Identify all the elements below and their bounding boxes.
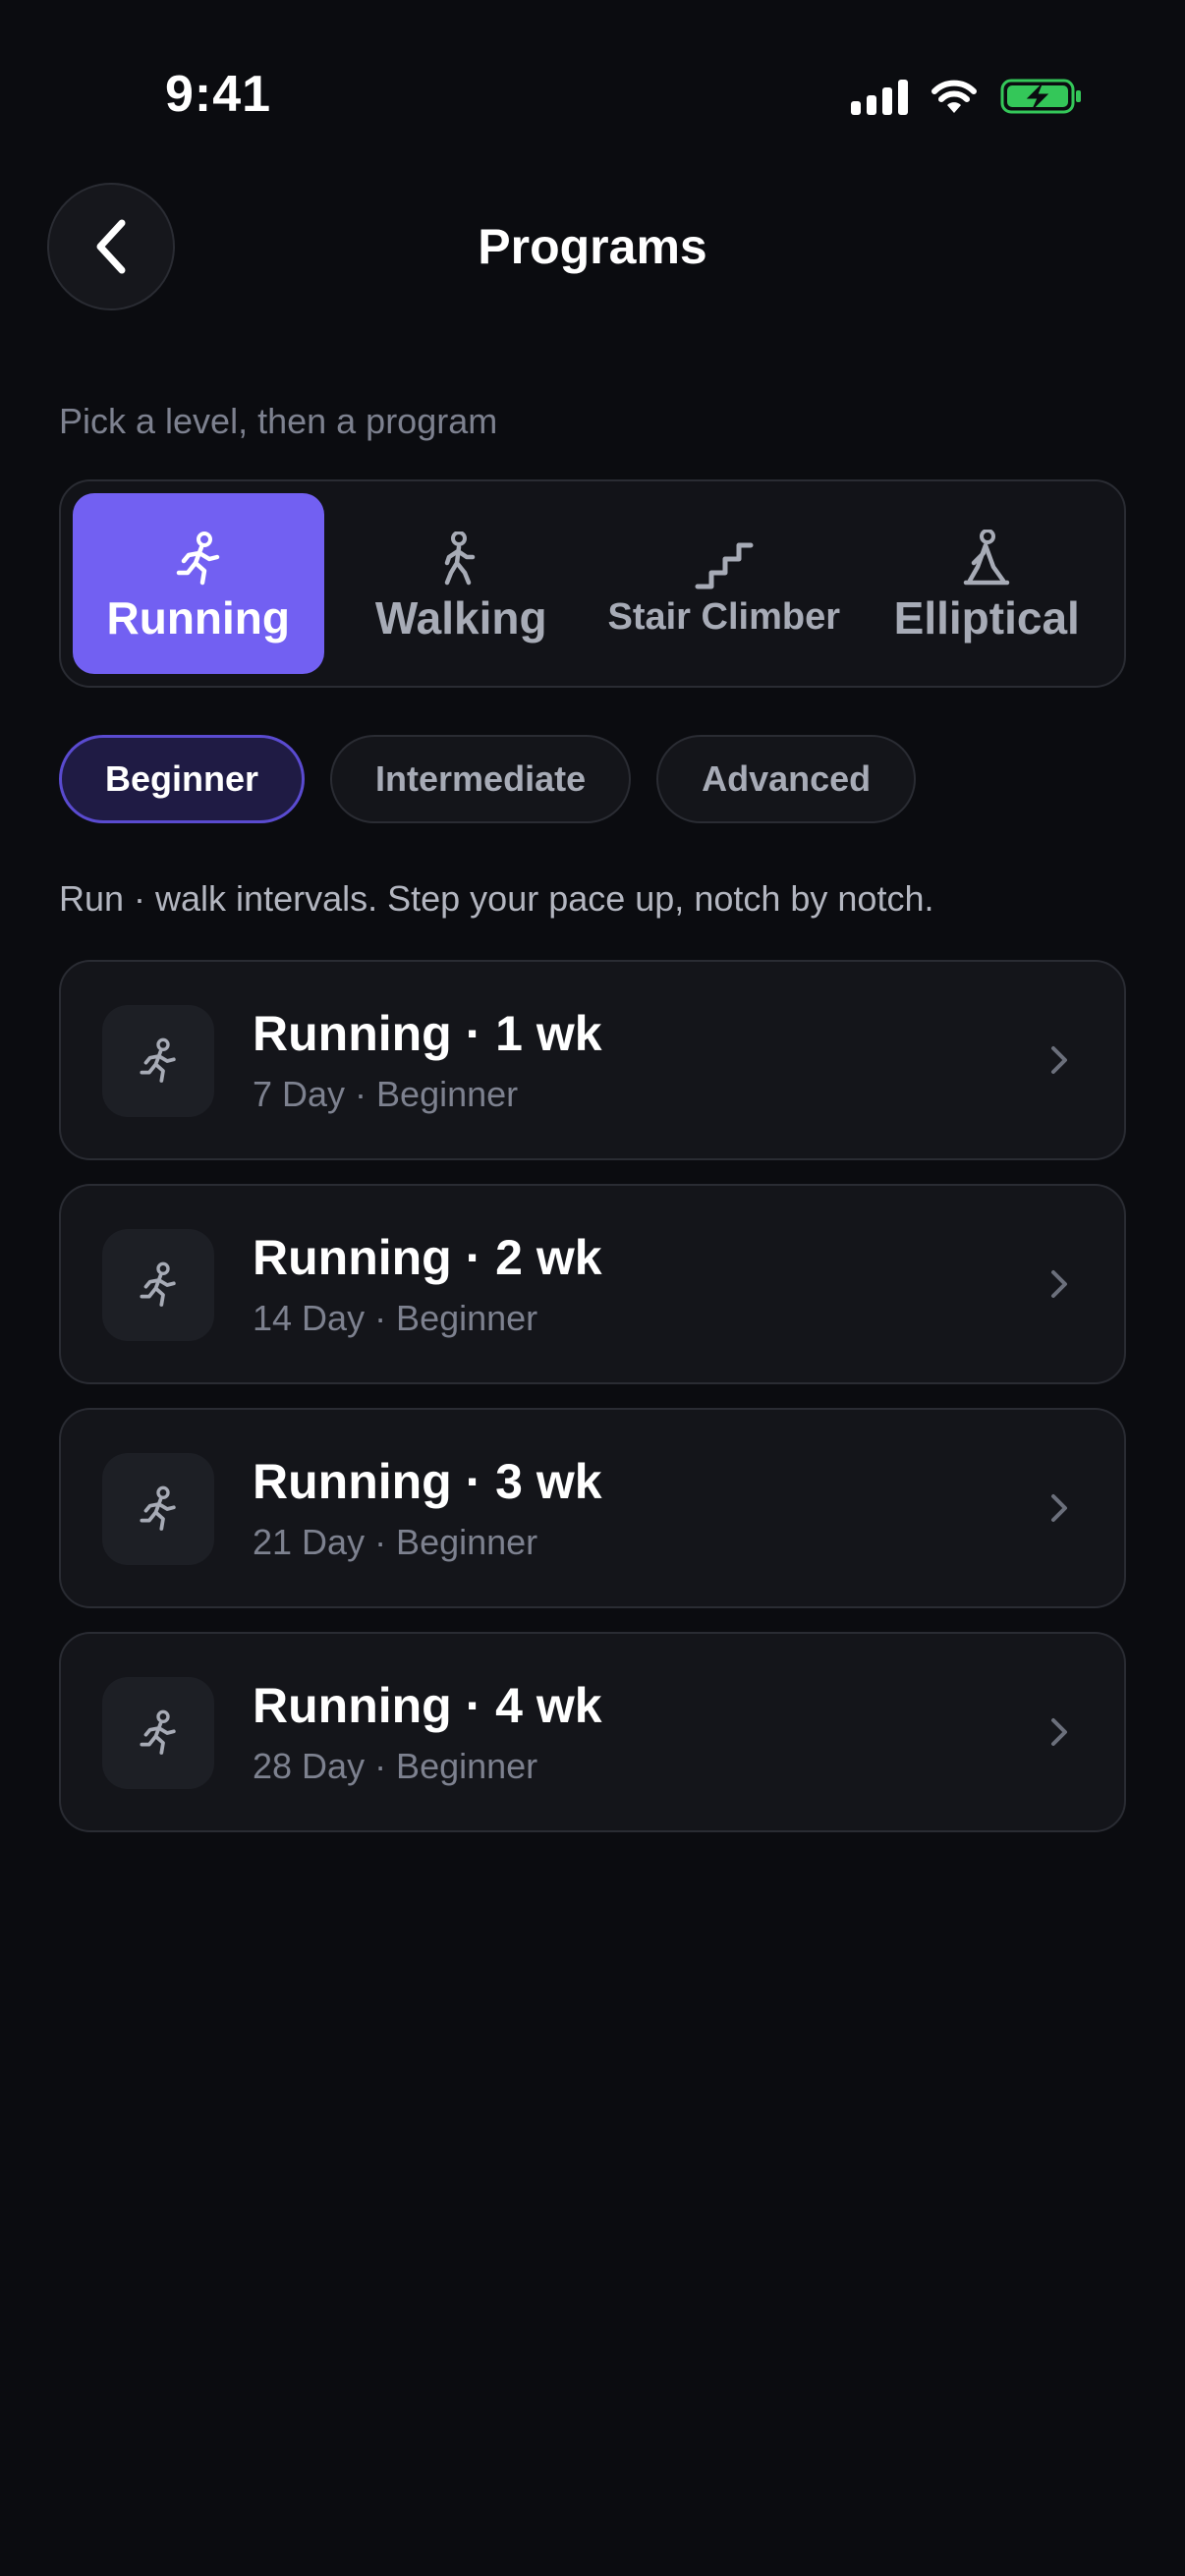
running-icon — [102, 1005, 214, 1117]
running-icon — [102, 1229, 214, 1341]
tab-stair-climber-label: Stair Climber — [607, 596, 841, 639]
tab-running[interactable]: Running — [73, 493, 324, 674]
hint-text: Pick a level, then a program — [59, 401, 498, 441]
running-icon — [175, 524, 222, 587]
program-subtitle: 21 Day · Beginner — [253, 1522, 538, 1562]
program-subtitle: 14 Day · Beginner — [253, 1298, 538, 1338]
chevron-right-icon — [1047, 1490, 1071, 1531]
level-intermediate-pill[interactable]: Intermediate — [330, 735, 632, 823]
cellular-signal-icon — [851, 78, 908, 115]
running-icon — [102, 1677, 214, 1789]
activity-selector: Running Walking Stair Climber Elliptical — [59, 479, 1126, 688]
program-card-1wk[interactable]: Running · 1 wk 7 Day · Beginner — [59, 960, 1126, 1160]
level-advanced-pill[interactable]: Advanced — [656, 735, 917, 823]
tab-elliptical[interactable]: Elliptical — [862, 493, 1113, 674]
wifi-icon — [930, 78, 979, 115]
walking-icon — [439, 524, 482, 587]
program-card-3wk[interactable]: Running · 3 wk 21 Day · Beginner — [59, 1408, 1126, 1608]
page-title: Programs — [478, 219, 707, 274]
chevron-right-icon — [1047, 1042, 1071, 1083]
program-subtitle: 28 Day · Beginner — [253, 1746, 538, 1786]
elliptical-icon — [962, 524, 1011, 587]
tab-walking[interactable]: Walking — [336, 493, 588, 674]
tab-walking-label: Walking — [374, 591, 547, 644]
program-list: Running · 1 wk 7 Day · Beginner Running … — [59, 960, 1126, 1856]
program-card-2wk[interactable]: Running · 2 wk 14 Day · Beginner — [59, 1184, 1126, 1384]
program-title: Running · 3 wk — [253, 1454, 602, 1509]
stairs-icon — [694, 528, 755, 590]
level-beginner-pill[interactable]: Beginner — [59, 735, 306, 823]
program-card-4wk[interactable]: Running · 4 wk 28 Day · Beginner — [59, 1632, 1126, 1832]
level-selector: Beginner Intermediate Advanced — [59, 735, 917, 823]
tab-running-label: Running — [106, 591, 291, 644]
chevron-right-icon — [1047, 1714, 1071, 1755]
program-title: Running · 2 wk — [253, 1230, 602, 1285]
program-description: Run · walk intervals. Step your pace up,… — [59, 878, 934, 919]
chevron-right-icon — [1047, 1266, 1071, 1307]
tab-elliptical-label: Elliptical — [893, 591, 1080, 644]
tab-stair-climber[interactable]: Stair Climber — [598, 493, 850, 674]
battery-charging-icon — [1000, 77, 1083, 116]
program-title: Running · 4 wk — [253, 1678, 602, 1733]
program-subtitle: 7 Day · Beginner — [253, 1074, 519, 1114]
running-icon — [102, 1453, 214, 1565]
status-time: 9:41 — [165, 66, 272, 123]
status-icons — [851, 75, 1083, 118]
status-bar: 9:41 — [0, 0, 1185, 196]
program-title: Running · 1 wk — [253, 1006, 602, 1061]
